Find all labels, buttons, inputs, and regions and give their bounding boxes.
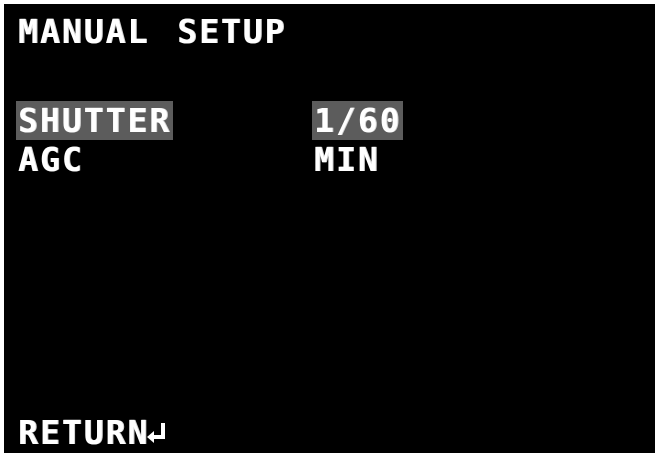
return-label: RETURN: [18, 413, 150, 452]
menu-value-agc[interactable]: MIN: [314, 142, 380, 178]
menu-item-agc[interactable]: AGC: [18, 142, 84, 178]
menu-item-agc-label: AGC: [18, 140, 84, 179]
menu-item-shutter-label: SHUTTER: [16, 101, 174, 140]
menu-value-shutter[interactable]: 1/60: [312, 101, 404, 140]
menu-value-agc-text: MIN: [314, 140, 380, 179]
enter-return-icon: [147, 423, 165, 443]
menu-title: MANUAL SETUP: [18, 12, 287, 51]
menu-value-shutter-text: 1/60: [312, 101, 404, 140]
menu-item-shutter[interactable]: SHUTTER: [16, 101, 174, 140]
osd-screen: MANUAL SETUP SHUTTER 1/60 AGC MIN RETURN: [4, 4, 655, 453]
return-button[interactable]: RETURN: [18, 413, 165, 452]
